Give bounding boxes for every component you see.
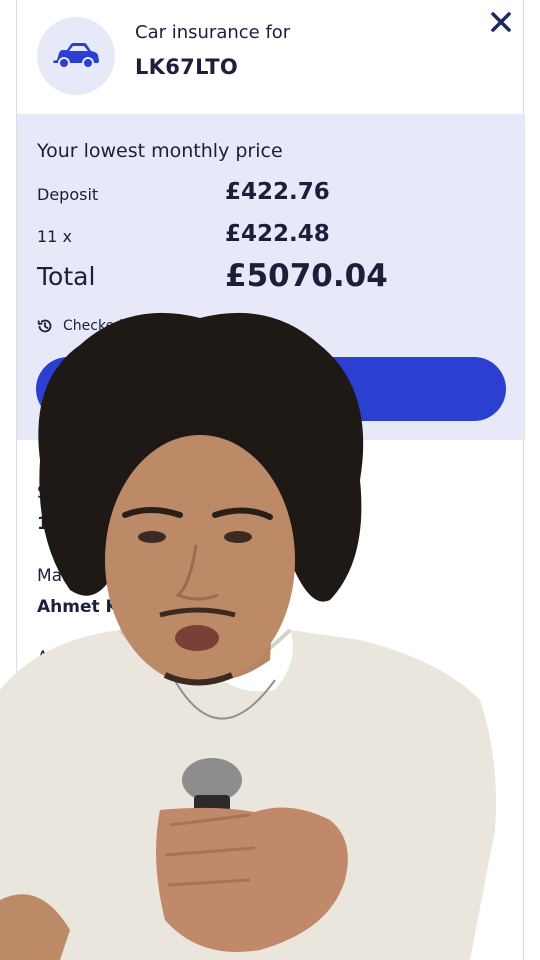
car-avatar: [37, 17, 115, 95]
total-value: £5070.04: [225, 258, 388, 294]
view-results-button[interactable]: …lts: [36, 357, 506, 421]
deposit-label: Deposit: [37, 185, 99, 204]
price-heading: Your lowest monthly price: [37, 140, 283, 162]
installments-label: 11 x: [37, 227, 72, 246]
view-results-label: …lts: [306, 377, 352, 399]
price-panel: Your lowest monthly price Deposit £422.7…: [17, 114, 525, 440]
header-title: Car insurance for: [135, 22, 291, 43]
quote-header: Car insurance for LK67LTO: [17, 0, 525, 114]
registration-plate: LK67LTO: [135, 55, 239, 79]
checked-date: Checked on 2…l 2026: [37, 318, 216, 334]
close-button[interactable]: [487, 8, 515, 36]
quote-card: Car insurance for LK67LTO Your lowest mo…: [16, 0, 525, 960]
close-icon[interactable]: [487, 8, 515, 36]
detail-label-3: A: [37, 648, 49, 668]
history-icon: [37, 319, 52, 333]
installments-value: £422.48: [225, 221, 330, 247]
car-icon: [53, 43, 99, 69]
total-label: Total: [37, 262, 96, 291]
detail-value-1: 16: [37, 514, 61, 534]
detail-value-main: Ahmet K: [37, 597, 119, 617]
detail-label-main: Main: [37, 566, 78, 586]
checked-text: Checked on 2…l 2026: [63, 318, 217, 334]
detail-label-1: S: [37, 483, 48, 503]
deposit-value: £422.76: [225, 179, 330, 205]
